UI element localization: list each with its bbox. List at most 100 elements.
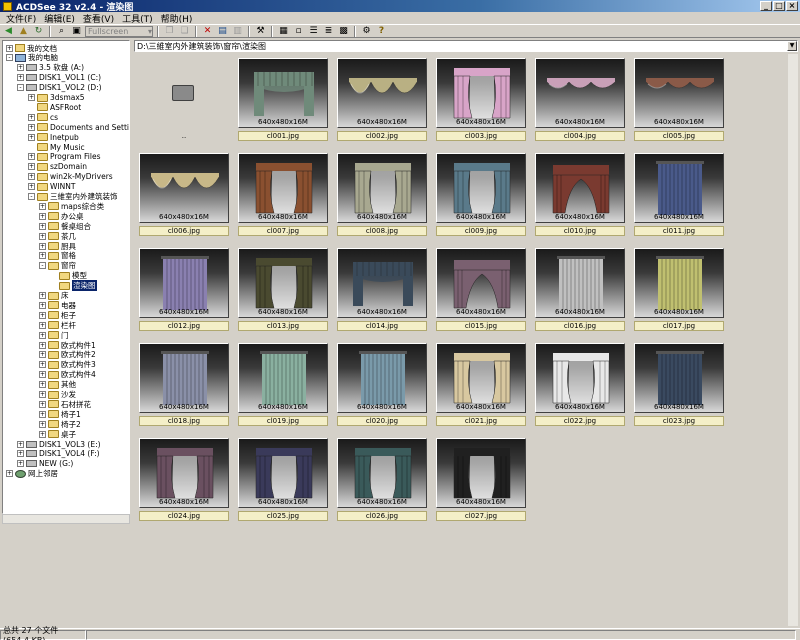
expand-icon[interactable]: + [28, 113, 35, 121]
tree-item[interactable]: + 栏杆 [39, 320, 76, 330]
expand-icon[interactable]: + [6, 470, 13, 478]
expand-icon[interactable]: + [28, 133, 35, 141]
list-view-icon[interactable]: ☰ [307, 25, 320, 37]
expand-icon[interactable]: + [39, 311, 46, 319]
expand-icon[interactable]: + [39, 410, 46, 418]
expand-icon[interactable]: + [39, 351, 46, 359]
expand-icon[interactable]: + [39, 252, 46, 260]
expand-icon[interactable]: + [28, 94, 35, 101]
thumbnail-item[interactable]: 640x480x16M cl012.jpg [136, 244, 229, 339]
expand-icon[interactable]: + [39, 361, 46, 369]
collapse-icon[interactable]: - [17, 84, 24, 92]
view-icon[interactable]: ▣ [70, 25, 83, 37]
thumbnail-item[interactable]: 640x480x16M cl002.jpg [334, 54, 427, 149]
thumbnail-item[interactable]: 640x480x16M cl023.jpg [631, 339, 724, 434]
expand-icon[interactable]: + [39, 242, 46, 250]
collapse-icon[interactable]: - [39, 262, 46, 270]
back-icon[interactable]: ◀ [2, 25, 15, 37]
thumbnail-item[interactable]: 640x480x16M cl011.jpg [631, 149, 724, 244]
expand-icon[interactable]: + [17, 64, 24, 72]
expand-icon[interactable]: + [39, 400, 46, 408]
binoculars-icon[interactable]: ⌕ [55, 25, 68, 37]
expand-icon[interactable]: + [39, 222, 46, 230]
expand-icon[interactable]: + [28, 163, 35, 171]
expand-icon[interactable]: + [39, 420, 46, 428]
properties-icon[interactable]: ▤ [216, 25, 229, 37]
path-bar[interactable]: D:\三維室内外建筑装饰\窗帘\渲染图 ▼ [134, 40, 798, 52]
settings-icon[interactable]: ⚙ [360, 25, 373, 37]
thumbnail-item[interactable]: 640x480x16M cl021.jpg [433, 339, 526, 434]
expand-icon[interactable]: + [39, 331, 46, 339]
thumbnail-item[interactable]: 640x480x16M cl018.jpg [136, 339, 229, 434]
thumbnail-item[interactable]: 640x480x16M cl019.jpg [235, 339, 328, 434]
expand-icon[interactable]: + [39, 292, 46, 299]
expand-icon[interactable]: + [39, 232, 46, 240]
menu-file[interactable]: 文件(F) [2, 12, 40, 25]
large-icons-icon[interactable]: ▦ [277, 25, 290, 37]
tree-item[interactable]: - DISK1_VOL2 (D:) [17, 83, 102, 93]
thumbnail-item[interactable]: 640x480x16M cl009.jpg [433, 149, 526, 244]
tree-item[interactable]: ASFRoot [28, 102, 81, 112]
tree-item[interactable]: + DISK1_VOL4 (F:) [17, 449, 100, 459]
thumbnail-item[interactable]: 640x480x16M cl025.jpg [235, 434, 328, 529]
tree-item[interactable]: +3dsmax5 [28, 93, 85, 103]
thumbnail-item[interactable]: 640x480x16M cl005.jpg [631, 54, 724, 149]
thumbnail-item[interactable]: 640x480x16M cl020.jpg [334, 339, 427, 434]
help-icon[interactable]: ? [375, 25, 388, 37]
menu-help[interactable]: 帮助(H) [157, 12, 197, 25]
collapse-icon[interactable]: - [28, 193, 35, 200]
tree-item[interactable]: + Inetpub [28, 132, 79, 142]
thumbnail-item[interactable]: 640x480x16M cl013.jpg [235, 244, 328, 339]
expand-icon[interactable]: + [17, 450, 24, 458]
thumbnail-item[interactable]: 640x480x16M cl001.jpg [235, 54, 328, 149]
menu-tools[interactable]: 工具(T) [118, 12, 157, 25]
tree-item[interactable]: - 窗帘 [39, 261, 76, 271]
expand-icon[interactable]: + [39, 341, 46, 349]
expand-icon[interactable]: + [39, 301, 46, 309]
minimize-button[interactable]: _ [760, 1, 772, 11]
path-dropdown-chevron-icon[interactable]: ▼ [787, 41, 797, 51]
expand-icon[interactable]: + [17, 440, 24, 448]
tree-item[interactable]: +3.5 软盘 (A:) [17, 63, 84, 73]
menu-view[interactable]: 查看(V) [79, 12, 118, 25]
expand-icon[interactable]: + [39, 321, 46, 329]
thumbnail-item[interactable]: 640x480x16M cl014.jpg [334, 244, 427, 339]
thumbnail-item[interactable]: 640x480x16M cl022.jpg [532, 339, 625, 434]
thumbnail-view-icon[interactable]: ▩ [337, 25, 350, 37]
expand-icon[interactable]: + [39, 430, 46, 438]
delete-icon[interactable]: ✕ [201, 25, 214, 37]
thumbnail-item[interactable]: 640x480x16M cl026.jpg [334, 434, 427, 529]
rename-icon[interactable]: ▥ [231, 25, 244, 37]
tree-item[interactable]: 渲染图 [50, 280, 97, 292]
tree-item[interactable]: + win2k-MyDrivers [28, 172, 113, 182]
thumbnail-item[interactable]: 640x480x16M cl007.jpg [235, 149, 328, 244]
thumbnail-item[interactable]: 640x480x16M cl027.jpg [433, 434, 526, 529]
tree-item[interactable]: + szDomain [28, 162, 87, 172]
expand-icon[interactable]: + [39, 212, 46, 220]
tools-icon[interactable]: ⚒ [254, 25, 267, 37]
thumbnail-item[interactable]: 640x480x16M cl024.jpg [136, 434, 229, 529]
thumbnail-item[interactable]: 640x480x16M cl010.jpg [532, 149, 625, 244]
thumbnail-item[interactable]: 640x480x16M cl016.jpg [532, 244, 625, 339]
paste-icon[interactable]: ❏ [178, 25, 191, 37]
expand-icon[interactable]: + [28, 123, 35, 131]
expand-icon[interactable]: + [28, 153, 35, 161]
view-mode-combo[interactable]: Fullscreen ▾ [85, 25, 153, 37]
refresh-icon[interactable]: ↻ [32, 25, 45, 37]
tree-item[interactable]: + 桌子 [39, 429, 76, 439]
thumbnail-item[interactable]: 640x480x16M cl006.jpg [136, 149, 229, 244]
thumbnail-item[interactable]: 640x480x16M cl003.jpg [433, 54, 526, 149]
expand-icon[interactable]: + [17, 460, 24, 468]
expand-icon[interactable]: + [39, 371, 46, 379]
expand-icon[interactable]: + [28, 183, 35, 191]
up-folder-icon[interactable]: ▲ [17, 25, 30, 37]
tree-item[interactable]: + Program Files [28, 152, 101, 162]
small-icons-icon[interactable]: ▫ [292, 25, 305, 37]
expand-icon[interactable]: + [6, 44, 13, 52]
expand-icon[interactable]: + [39, 202, 46, 210]
thumbnail-item[interactable]: 640x480x16M cl004.jpg [532, 54, 625, 149]
tree-item[interactable]: My Music [28, 142, 85, 152]
tree-item[interactable]: + DISK1_VOL3 (E:) [17, 439, 101, 449]
maximize-button[interactable]: □ [773, 1, 785, 11]
tree-item[interactable]: + cs [28, 112, 58, 122]
